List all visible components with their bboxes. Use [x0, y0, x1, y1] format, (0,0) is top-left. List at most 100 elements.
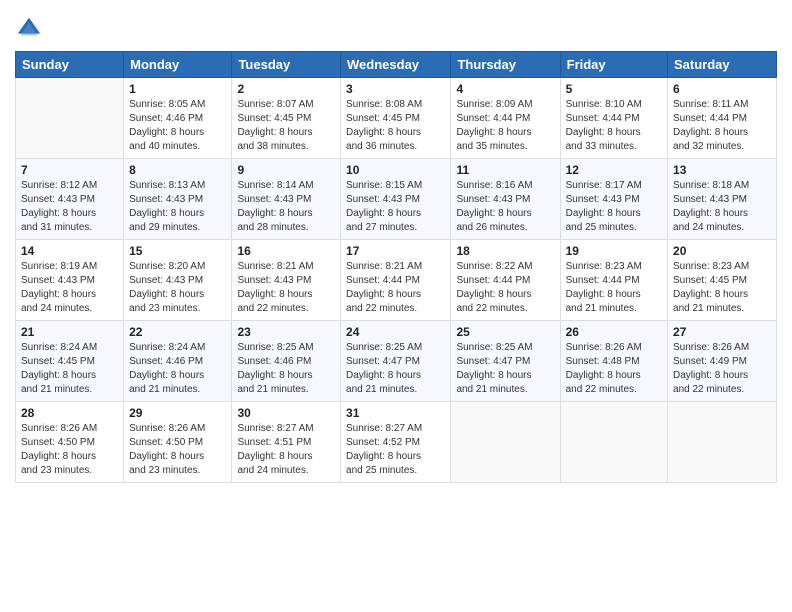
day-number: 8: [129, 163, 226, 177]
day-number: 4: [456, 82, 554, 96]
calendar-cell: 8 Sunrise: 8:13 AM Sunset: 4:43 PM Daylig…: [124, 159, 232, 240]
day-number: 17: [346, 244, 445, 258]
calendar-cell: [451, 402, 560, 483]
calendar-cell: 15Sunrise: 8:20 AM Sunset: 4:43 PM Dayli…: [124, 240, 232, 321]
day-number: 23: [237, 325, 335, 339]
day-number: 30: [237, 406, 335, 420]
logo: [15, 15, 47, 43]
weekday-header: Thursday: [451, 52, 560, 78]
day-number: 19: [566, 244, 662, 258]
calendar-cell: 7 Sunrise: 8:12 AM Sunset: 4:43 PM Daylig…: [16, 159, 124, 240]
calendar-cell: 30 Sunrise: 8:27 AM Sunset: 4:51 PM Dayli…: [232, 402, 341, 483]
day-info: Sunrise: 8:10 AM Sunset: 4:44 PM Dayligh…: [566, 98, 662, 154]
day-info: Sunrise: 8:15 AM Sunset: 4:43 PM Dayligh…: [346, 179, 445, 235]
day-number: 5: [566, 82, 662, 96]
day-info: Sunrise: 8:26 AM Sunset: 4:49 PM Dayligh…: [673, 341, 771, 397]
day-number: 21: [21, 325, 118, 339]
calendar-cell: 11 Sunrise: 8:16 AM Sunset: 4:43 PM Dayli…: [451, 159, 560, 240]
day-info: Sunrise: 8:24 AM Sunset: 4:46 PM Dayligh…: [129, 341, 226, 397]
calendar-cell: 1 Sunrise: 8:05 AM Sunset: 4:46 PM Daylig…: [124, 78, 232, 159]
page: SundayMondayTuesdayWednesdayThursdayFrid…: [0, 0, 792, 612]
calendar-cell: [560, 402, 667, 483]
day-number: 18: [456, 244, 554, 258]
calendar-week-row: 14 Sunrise: 8:19 AM Sunset: 4:43 PM Dayli…: [16, 240, 777, 321]
day-info: Sunrise: 8:23 AM Sunset: 4:45 PM Dayligh…: [673, 260, 771, 316]
day-info: Sunrise: 8:22 AM Sunset: 4:44 PM Dayligh…: [456, 260, 554, 316]
day-info: Sunrise: 8:13 AM Sunset: 4:43 PM Dayligh…: [129, 179, 226, 235]
calendar-cell: 22 Sunrise: 8:24 AM Sunset: 4:46 PM Dayli…: [124, 321, 232, 402]
day-number: 26: [566, 325, 662, 339]
calendar-cell: 24Sunrise: 8:25 AM Sunset: 4:47 PM Dayli…: [341, 321, 451, 402]
weekday-header-row: SundayMondayTuesdayWednesdayThursdayFrid…: [16, 52, 777, 78]
day-info: Sunrise: 8:21 AM Sunset: 4:43 PM Dayligh…: [237, 260, 335, 316]
day-number: 1: [129, 82, 226, 96]
day-number: 3: [346, 82, 445, 96]
day-number: 6: [673, 82, 771, 96]
calendar-cell: 3Sunrise: 8:08 AM Sunset: 4:45 PM Daylig…: [341, 78, 451, 159]
calendar-cell: 21 Sunrise: 8:24 AM Sunset: 4:45 PM Dayli…: [16, 321, 124, 402]
day-info: Sunrise: 8:17 AM Sunset: 4:43 PM Dayligh…: [566, 179, 662, 235]
day-number: 11: [456, 163, 554, 177]
day-info: Sunrise: 8:25 AM Sunset: 4:46 PM Dayligh…: [237, 341, 335, 397]
day-info: Sunrise: 8:09 AM Sunset: 4:44 PM Dayligh…: [456, 98, 554, 154]
day-number: 27: [673, 325, 771, 339]
weekday-header: Sunday: [16, 52, 124, 78]
day-number: 20: [673, 244, 771, 258]
day-info: Sunrise: 8:23 AM Sunset: 4:44 PM Dayligh…: [566, 260, 662, 316]
day-number: 31: [346, 406, 445, 420]
calendar-cell: 9 Sunrise: 8:14 AM Sunset: 4:43 PM Daylig…: [232, 159, 341, 240]
day-info: Sunrise: 8:18 AM Sunset: 4:43 PM Dayligh…: [673, 179, 771, 235]
day-info: Sunrise: 8:27 AM Sunset: 4:52 PM Dayligh…: [346, 422, 445, 478]
calendar-cell: 27 Sunrise: 8:26 AM Sunset: 4:49 PM Dayli…: [668, 321, 777, 402]
calendar-cell: 2 Sunrise: 8:07 AM Sunset: 4:45 PM Daylig…: [232, 78, 341, 159]
calendar-cell: 6 Sunrise: 8:11 AM Sunset: 4:44 PM Daylig…: [668, 78, 777, 159]
weekday-header: Friday: [560, 52, 667, 78]
day-number: 7: [21, 163, 118, 177]
day-info: Sunrise: 8:11 AM Sunset: 4:44 PM Dayligh…: [673, 98, 771, 154]
day-info: Sunrise: 8:26 AM Sunset: 4:50 PM Dayligh…: [21, 422, 118, 478]
calendar-cell: 12 Sunrise: 8:17 AM Sunset: 4:43 PM Dayli…: [560, 159, 667, 240]
calendar-cell: 10 Sunrise: 8:15 AM Sunset: 4:43 PM Dayli…: [341, 159, 451, 240]
day-number: 22: [129, 325, 226, 339]
weekday-header: Tuesday: [232, 52, 341, 78]
calendar-week-row: 7 Sunrise: 8:12 AM Sunset: 4:43 PM Daylig…: [16, 159, 777, 240]
calendar-cell: 14 Sunrise: 8:19 AM Sunset: 4:43 PM Dayli…: [16, 240, 124, 321]
day-info: Sunrise: 8:20 AM Sunset: 4:43 PM Dayligh…: [129, 260, 226, 316]
calendar-cell: 31 Sunrise: 8:27 AM Sunset: 4:52 PM Dayli…: [341, 402, 451, 483]
calendar-cell: 23 Sunrise: 8:25 AM Sunset: 4:46 PM Dayli…: [232, 321, 341, 402]
logo-icon: [15, 15, 43, 43]
day-info: Sunrise: 8:16 AM Sunset: 4:43 PM Dayligh…: [456, 179, 554, 235]
day-info: Sunrise: 8:25 AM Sunset: 4:47 PM Dayligh…: [456, 341, 554, 397]
day-info: Sunrise: 8:25 AM Sunset: 4:47 PM Dayligh…: [346, 341, 445, 397]
calendar-week-row: 21 Sunrise: 8:24 AM Sunset: 4:45 PM Dayli…: [16, 321, 777, 402]
day-info: Sunrise: 8:14 AM Sunset: 4:43 PM Dayligh…: [237, 179, 335, 235]
day-info: Sunrise: 8:07 AM Sunset: 4:45 PM Dayligh…: [237, 98, 335, 154]
day-info: Sunrise: 8:21 AM Sunset: 4:44 PM Dayligh…: [346, 260, 445, 316]
day-info: Sunrise: 8:27 AM Sunset: 4:51 PM Dayligh…: [237, 422, 335, 478]
day-number: 12: [566, 163, 662, 177]
calendar-cell: 13 Sunrise: 8:18 AM Sunset: 4:43 PM Dayli…: [668, 159, 777, 240]
weekday-header: Saturday: [668, 52, 777, 78]
day-number: 29: [129, 406, 226, 420]
calendar-cell: 28Sunrise: 8:26 AM Sunset: 4:50 PM Dayli…: [16, 402, 124, 483]
day-info: Sunrise: 8:05 AM Sunset: 4:46 PM Dayligh…: [129, 98, 226, 154]
day-number: 9: [237, 163, 335, 177]
calendar-cell: 16 Sunrise: 8:21 AM Sunset: 4:43 PM Dayli…: [232, 240, 341, 321]
calendar-cell: 5 Sunrise: 8:10 AM Sunset: 4:44 PM Daylig…: [560, 78, 667, 159]
calendar-cell: 4 Sunrise: 8:09 AM Sunset: 4:44 PM Daylig…: [451, 78, 560, 159]
calendar: SundayMondayTuesdayWednesdayThursdayFrid…: [15, 51, 777, 483]
day-number: 13: [673, 163, 771, 177]
day-number: 16: [237, 244, 335, 258]
day-number: 10: [346, 163, 445, 177]
day-number: 14: [21, 244, 118, 258]
calendar-cell: 18 Sunrise: 8:22 AM Sunset: 4:44 PM Dayli…: [451, 240, 560, 321]
calendar-cell: 19 Sunrise: 8:23 AM Sunset: 4:44 PM Dayli…: [560, 240, 667, 321]
calendar-cell: [668, 402, 777, 483]
day-number: 25: [456, 325, 554, 339]
calendar-cell: 29Sunrise: 8:26 AM Sunset: 4:50 PM Dayli…: [124, 402, 232, 483]
day-number: 2: [237, 82, 335, 96]
calendar-week-row: 1 Sunrise: 8:05 AM Sunset: 4:46 PM Daylig…: [16, 78, 777, 159]
day-info: Sunrise: 8:19 AM Sunset: 4:43 PM Dayligh…: [21, 260, 118, 316]
day-info: Sunrise: 8:12 AM Sunset: 4:43 PM Dayligh…: [21, 179, 118, 235]
day-info: Sunrise: 8:24 AM Sunset: 4:45 PM Dayligh…: [21, 341, 118, 397]
